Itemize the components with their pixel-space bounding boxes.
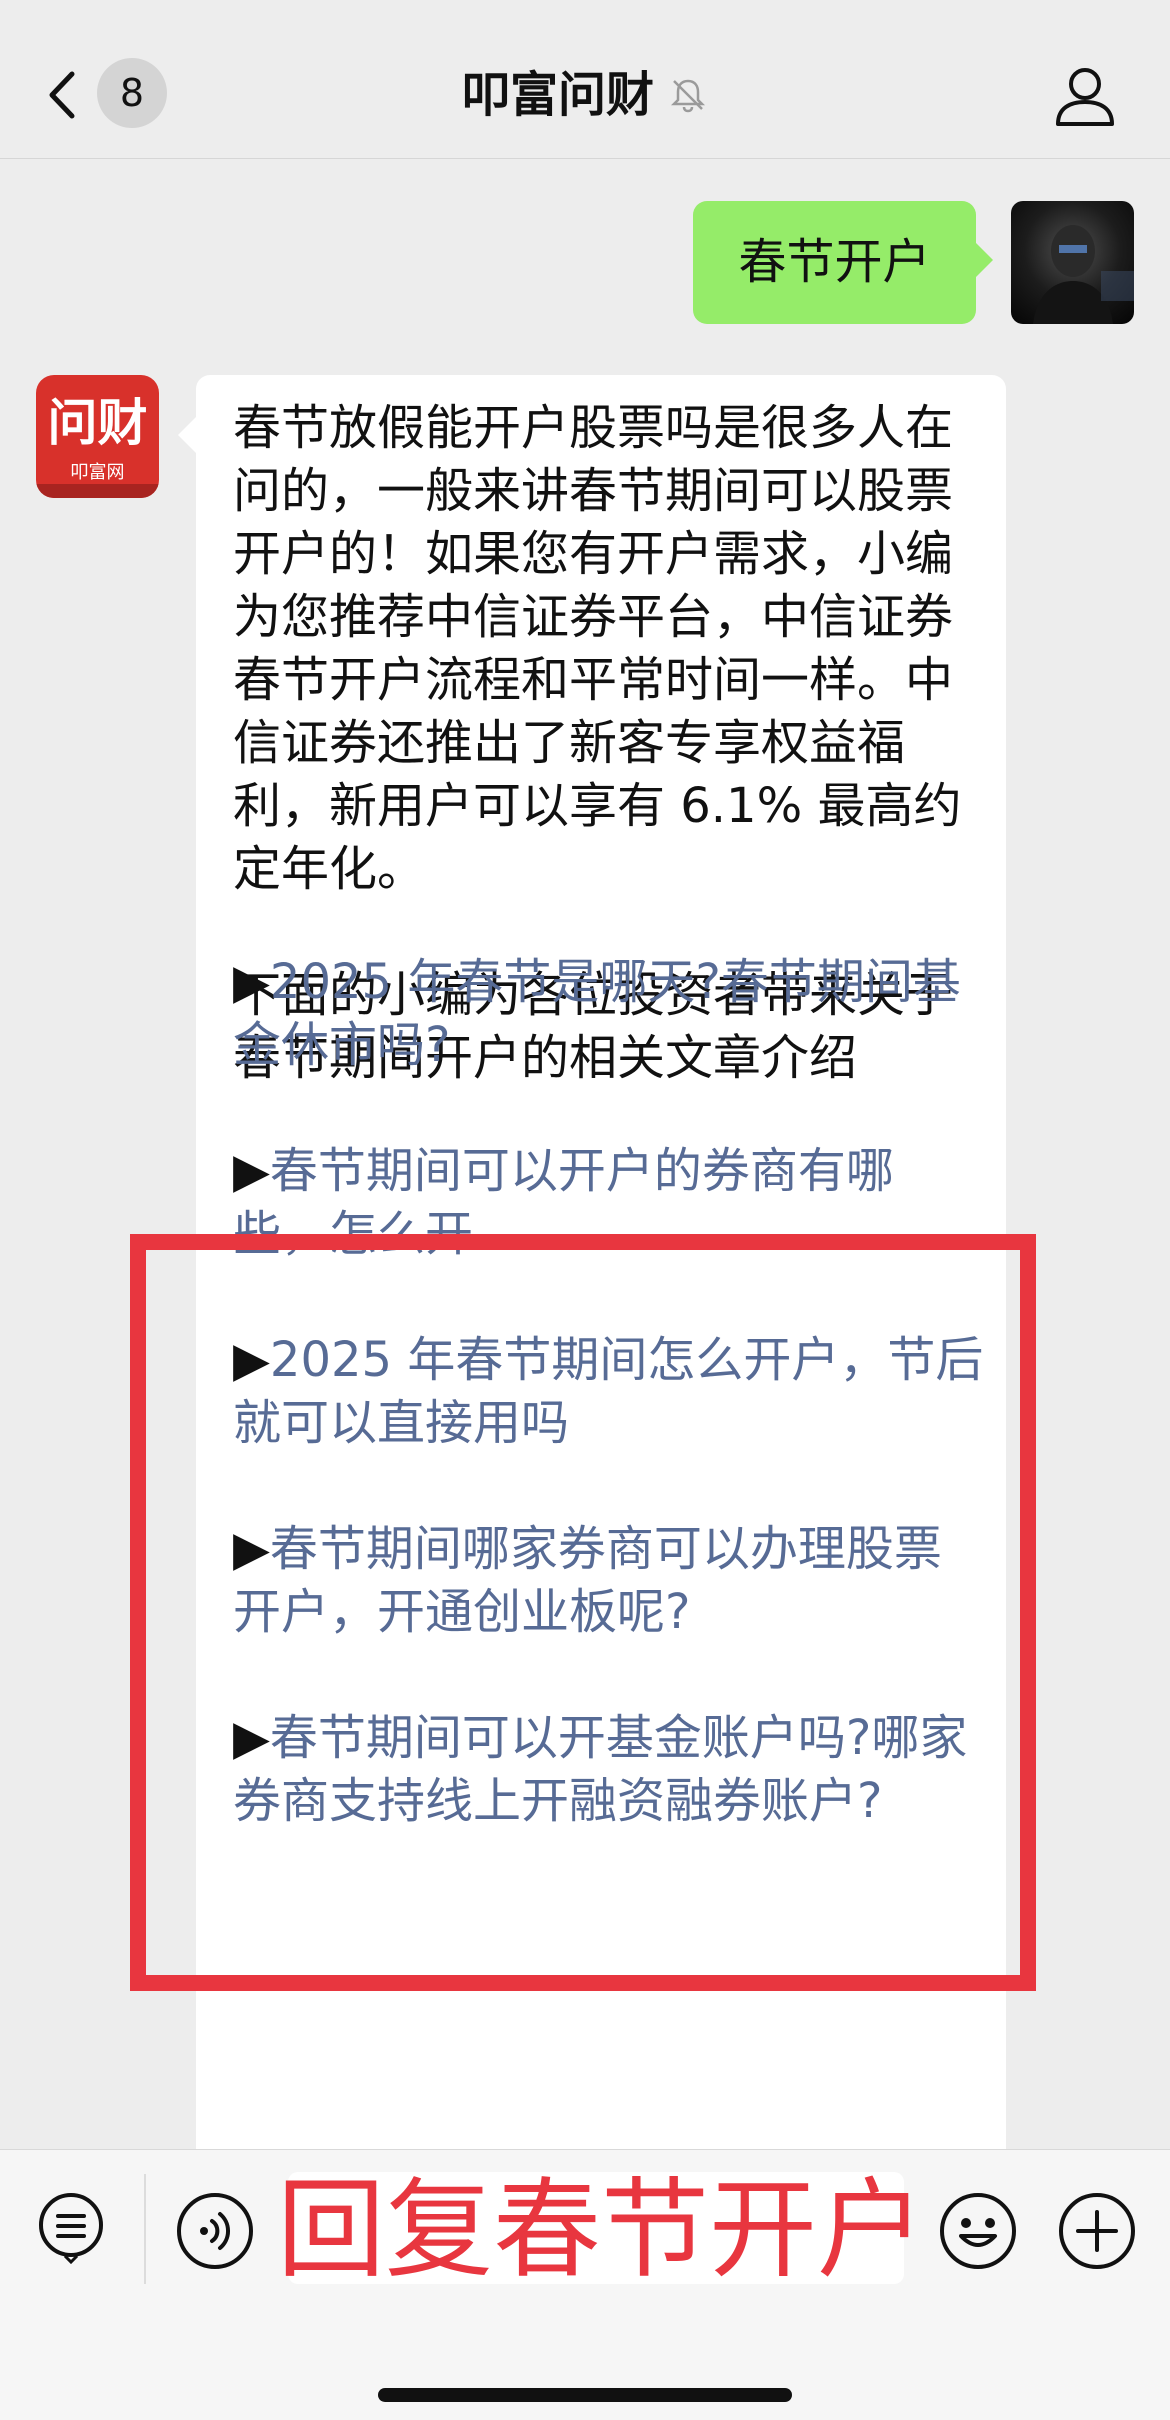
page-title: 叩富问财 — [461, 67, 654, 123]
bot-paragraph-intro: 春节放假能开户股票吗是很多人在问的，一般来讲春节期间可以股票开户的！如果您有开户… — [233, 400, 962, 897]
list-menu-icon — [39, 2193, 103, 2265]
more-actions-button[interactable] — [1056, 2190, 1138, 2272]
chat-title-bar: 叩富问财 — [0, 58, 1170, 132]
user-message-bubble[interactable]: 春节开户 — [693, 201, 976, 324]
voice-icon — [177, 2193, 253, 2269]
reply-instruction-overlay: 回复春节开户 — [276, 2168, 925, 2293]
message-list[interactable]: 春节开户 问财 叩富网 春节放假能开户股票吗是很多人在问的，一般来讲春节期间可以… — [0, 159, 1170, 2175]
smiley-icon — [940, 2193, 1016, 2269]
highlight-annotation-box — [130, 1234, 1036, 1991]
emoji-button[interactable] — [937, 2190, 1019, 2272]
play-arrow-icon: ▶ — [233, 954, 270, 1010]
user-avatar[interactable] — [1011, 201, 1134, 324]
person-icon — [1056, 68, 1114, 126]
voice-input-button[interactable] — [174, 2190, 256, 2272]
article-link-label[interactable]: 2025 年春节是哪天?春节期间基金休市吗? — [233, 954, 961, 1073]
chat-header: 8 叩富问财 — [0, 0, 1170, 159]
plus-icon — [1059, 2193, 1135, 2269]
input-toolbar: 回复春节开户 — [0, 2149, 1170, 2420]
bot-avatar[interactable]: 问财 叩富网 — [36, 375, 159, 498]
bot-logo-stripe — [36, 484, 159, 498]
toolbar-divider — [144, 2174, 146, 2284]
play-arrow-icon: ▶ — [233, 1143, 270, 1199]
home-indicator[interactable] — [378, 2388, 792, 2402]
user-bubble-tail — [975, 242, 993, 278]
user-avatar-photo — [1033, 225, 1134, 324]
bot-logo-sub: 叩富网 — [70, 462, 125, 483]
bot-logo-main: 问财 — [47, 394, 148, 452]
bot-bubble-tail — [178, 417, 196, 453]
article-link[interactable]: ▶2025 年春节是哪天?春节期间基金休市吗? — [233, 951, 988, 1077]
menu-button[interactable] — [34, 2190, 108, 2265]
chat-info-button[interactable] — [1050, 60, 1120, 130]
bell-off-icon — [670, 79, 706, 113]
